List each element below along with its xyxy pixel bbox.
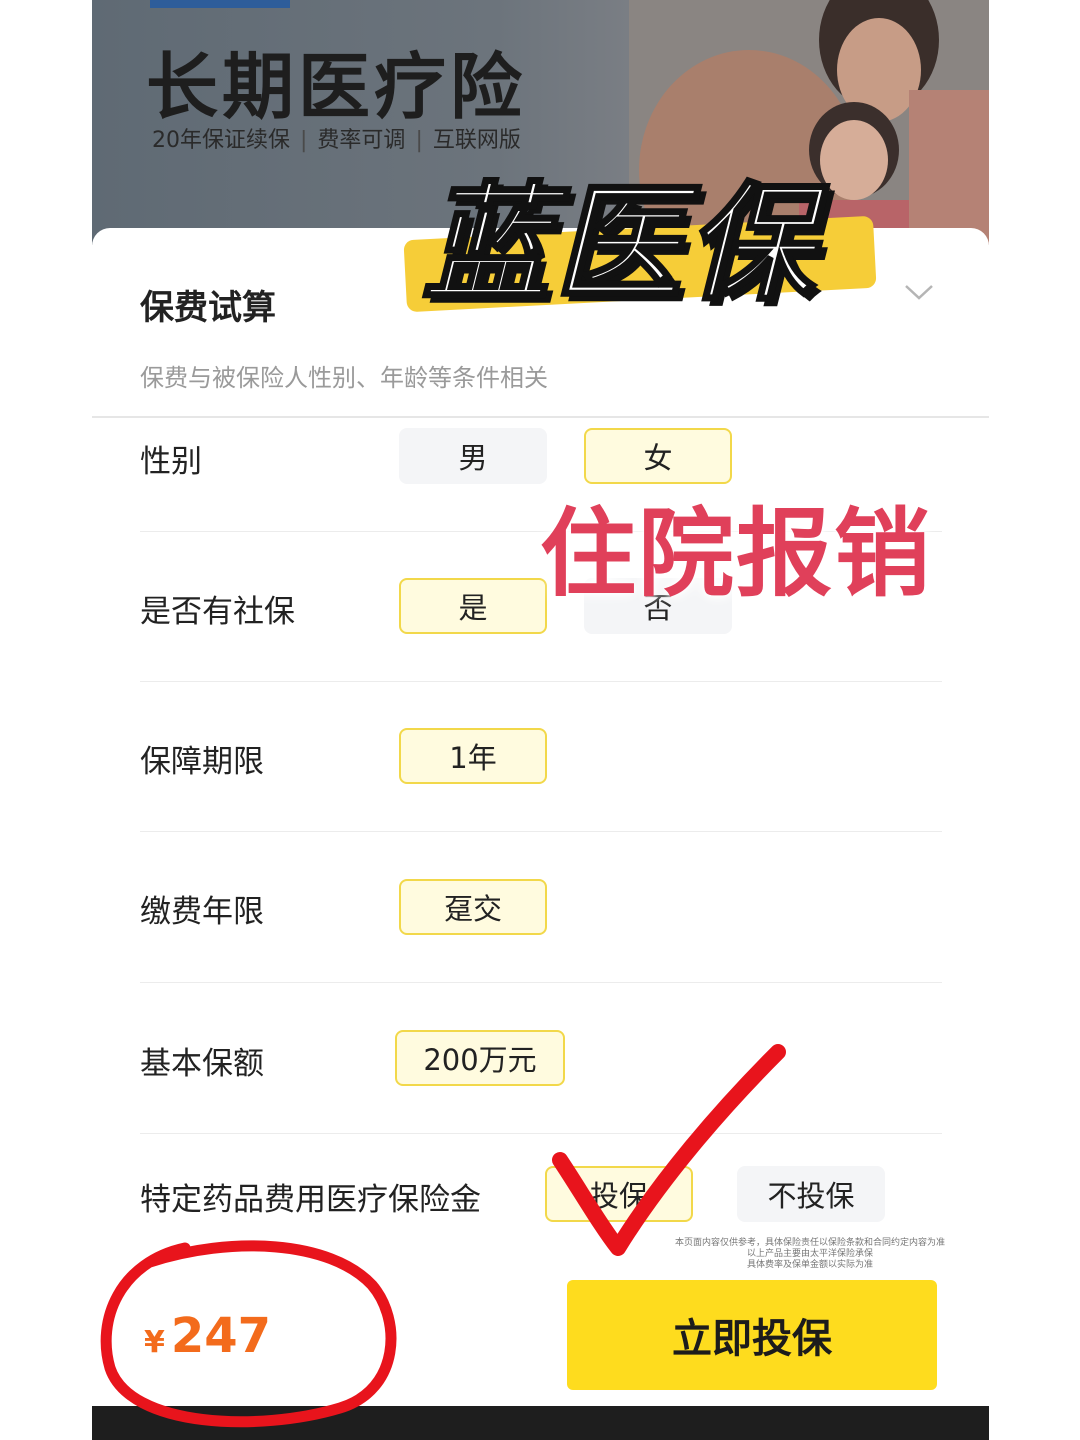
row-divider bbox=[140, 831, 942, 832]
price-value: 247 bbox=[170, 1308, 272, 1364]
coverage-period-1year[interactable]: 1年 bbox=[399, 728, 547, 784]
social-security-yes[interactable]: 是 bbox=[399, 578, 547, 634]
disclaimer-line: 以上产品主要由太平洋保险承保 bbox=[746, 1249, 873, 1259]
overlay-brand-text: 蓝医保 bbox=[420, 169, 819, 321]
row-divider bbox=[140, 1133, 942, 1134]
premium-price: ¥247 bbox=[144, 1308, 271, 1364]
buy-now-button[interactable]: 立即投保 bbox=[567, 1280, 937, 1390]
banner-title: 长期医疗险 bbox=[146, 45, 527, 129]
sum-insured-2m[interactable]: 200万元 bbox=[395, 1030, 565, 1086]
feature-renewal: 20年保证续保 bbox=[152, 128, 290, 153]
premium-calculator-card: 保费试算 保费与被保险人性别、年龄等条件相关 性别 男 女 是否有社保 是 否 … bbox=[92, 228, 989, 1440]
banner-tab-accent bbox=[150, 0, 290, 8]
row-divider bbox=[140, 681, 942, 682]
sum-insured-label: 基本保额 bbox=[140, 1046, 264, 1082]
chevron-down-icon[interactable] bbox=[904, 280, 934, 304]
gender-option-male[interactable]: 男 bbox=[399, 428, 547, 484]
gender-label: 性别 bbox=[140, 444, 202, 480]
disclaimer-line: 具体费率及保单金额以实际为准 bbox=[746, 1260, 873, 1270]
coverage-period-label: 保障期限 bbox=[140, 744, 264, 780]
payment-period-single[interactable]: 趸交 bbox=[399, 879, 547, 935]
disclaimer-text: 本页面内容仅供参考，具体保险责任以保险条款和合同约定内容为准 以上产品主要由太平… bbox=[640, 1238, 980, 1271]
social-security-label: 是否有社保 bbox=[140, 594, 295, 630]
divider bbox=[92, 416, 989, 418]
system-home-bar bbox=[92, 1406, 989, 1440]
drug-benefit-label: 特定药品费用医疗保险金 bbox=[140, 1182, 481, 1218]
section-subtitle: 保费与被保险人性别、年龄等条件相关 bbox=[140, 364, 548, 392]
feature-rate: 费率可调 bbox=[317, 128, 406, 153]
drug-benefit-insure[interactable]: 投保 bbox=[545, 1166, 693, 1222]
disclaimer-line: 本页面内容仅供参考，具体保险责任以保险条款和合同约定内容为准 bbox=[674, 1238, 945, 1248]
section-title: 保费试算 bbox=[140, 288, 276, 328]
currency-symbol: ¥ bbox=[144, 1325, 165, 1360]
overlay-tag-text: 住院报销 bbox=[540, 498, 932, 610]
row-divider bbox=[140, 982, 942, 983]
payment-period-label: 缴费年限 bbox=[140, 894, 264, 930]
drug-benefit-decline[interactable]: 不投保 bbox=[737, 1166, 885, 1222]
